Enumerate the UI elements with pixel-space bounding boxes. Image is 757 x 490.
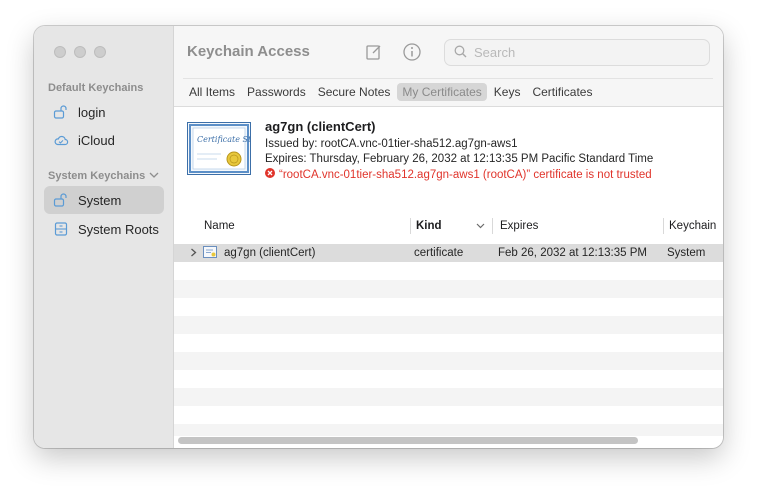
search-input[interactable]: [474, 45, 674, 60]
empty-row: [174, 352, 723, 370]
close-button[interactable]: [54, 46, 66, 58]
certificate-detail: Certificate Standard ag7gn (clientCert) …: [174, 107, 723, 210]
tab-my-certificates[interactable]: My Certificates: [397, 83, 487, 101]
sidebar-section-default-keychains: Default Keychains: [48, 82, 143, 94]
tab-keys[interactable]: Keys: [489, 83, 526, 101]
column-keychain[interactable]: Keychain: [669, 211, 716, 241]
keychain-access-window: Default Keychains login iCloud System Ke…: [34, 26, 723, 448]
minimize-button[interactable]: [74, 46, 86, 58]
certificate-list: ag7gn (clientCert) certificate Feb 26, 2…: [174, 242, 723, 436]
trust-error-text: “rootCA.vnc-01tier-sha512.ag7gn-aws1 (ro…: [279, 168, 652, 181]
disclosure-chevron-icon[interactable]: [190, 244, 197, 262]
category-tabs: All Items Passwords Secure Notes My Cert…: [184, 83, 597, 101]
column-expires[interactable]: Expires: [500, 211, 538, 241]
tab-all-items[interactable]: All Items: [184, 83, 240, 101]
toolbar-divider: [183, 78, 713, 79]
toolbar: Keychain Access All Items Passwords Secu…: [174, 26, 723, 107]
table-header: Name Kind Expires Keychain: [174, 211, 723, 241]
trust-error: “rootCA.vnc-01tier-sha512.ag7gn-aws1 (ro…: [265, 168, 652, 181]
tab-certificates[interactable]: Certificates: [527, 83, 597, 101]
chevron-down-icon: [149, 170, 159, 182]
horizontal-scrollbar[interactable]: [178, 437, 638, 444]
zoom-button[interactable]: [94, 46, 106, 58]
issued-by: Issued by: rootCA.vnc-01tier-sha512.ag7g…: [265, 138, 518, 150]
empty-row: [174, 388, 723, 406]
row-name: ag7gn (clientCert): [224, 247, 316, 259]
search-field[interactable]: [444, 39, 710, 66]
sidebar-item-label: login: [78, 104, 106, 120]
search-icon: [454, 45, 467, 61]
compose-icon[interactable]: [364, 42, 384, 62]
app-title: Keychain Access: [187, 43, 310, 60]
main-pane: Keychain Access All Items Passwords Secu…: [174, 26, 723, 448]
sidebar-item-label: System: [78, 192, 122, 208]
tab-secure-notes[interactable]: Secure Notes: [313, 83, 396, 101]
certificate-large-icon: Certificate Standard: [187, 122, 280, 175]
sidebar-item-label: System Roots: [78, 221, 159, 237]
sidebar: Default Keychains login iCloud System Ke…: [34, 26, 174, 448]
row-keychain: System: [667, 247, 706, 259]
info-icon[interactable]: [402, 42, 422, 62]
empty-row: [174, 316, 723, 334]
certificate-icon: [203, 244, 217, 262]
sidebar-section-system-keychains[interactable]: System Keychains: [48, 170, 159, 182]
certificate-title: ag7gn (clientCert): [265, 119, 376, 134]
column-divider[interactable]: [492, 218, 493, 234]
expiration-date: Expires: Thursday, February 26, 2032 at …: [265, 153, 654, 165]
sort-chevron-icon[interactable]: [476, 211, 485, 241]
row-expires: Feb 26, 2032 at 12:13:35 PM: [498, 247, 647, 259]
empty-row: [174, 424, 723, 436]
column-name[interactable]: Name: [204, 211, 235, 241]
row-kind: certificate: [414, 247, 464, 259]
sidebar-item-login[interactable]: login: [44, 98, 164, 126]
cabinet-icon: [53, 221, 69, 237]
sidebar-section-label: Default Keychains: [48, 82, 144, 94]
cloud-icon: [53, 132, 69, 148]
lock-open-icon: [53, 192, 69, 208]
table-row[interactable]: ag7gn (clientCert) certificate Feb 26, 2…: [174, 244, 723, 262]
sidebar-item-icloud[interactable]: iCloud: [44, 126, 164, 154]
tab-passwords[interactable]: Passwords: [242, 83, 311, 101]
column-divider[interactable]: [410, 218, 411, 234]
column-divider[interactable]: [663, 218, 664, 234]
sidebar-item-system[interactable]: System: [44, 186, 164, 214]
sidebar-item-label: iCloud: [78, 132, 115, 148]
sidebar-section-label: System Keychains: [48, 170, 146, 182]
empty-row: [174, 280, 723, 298]
lock-open-icon: [53, 104, 69, 120]
error-icon: [265, 168, 275, 181]
sidebar-item-system-roots[interactable]: System Roots: [44, 215, 164, 243]
window-controls: [54, 46, 106, 58]
certificate-image-label: Certificate Standard: [197, 135, 251, 144]
column-kind[interactable]: Kind: [416, 211, 442, 241]
